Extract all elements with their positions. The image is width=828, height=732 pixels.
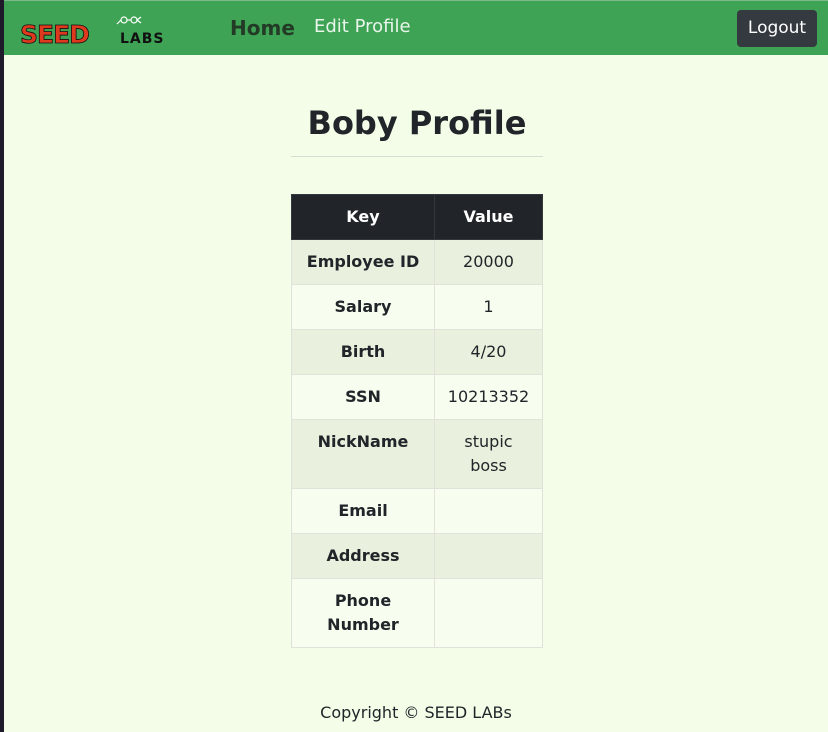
row-key: NickName [291, 419, 435, 489]
row-key: Address [291, 533, 435, 579]
row-value [434, 533, 543, 579]
footer-copyright: Copyright © SEED LABs [320, 703, 512, 722]
table-row: SSN 10213352 [291, 374, 543, 420]
row-key: Employee ID [291, 239, 435, 285]
row-key: SSN [291, 374, 435, 420]
row-value [434, 578, 543, 648]
profile-table: Key Value Employee ID 20000 Salary 1 Bir… [291, 194, 543, 648]
svg-text:SEED: SEED [20, 20, 89, 47]
seed-labs-logo-graphic: SEED LABS [20, 16, 165, 47]
row-key-text: Phone Number [327, 591, 399, 634]
table-row: Birth 4/20 [291, 329, 543, 375]
nav-edit-profile-link[interactable]: Edit Profile [314, 16, 411, 38]
table-row: Employee ID 20000 [291, 239, 543, 285]
header-key: Key [291, 194, 435, 240]
title-divider [291, 156, 543, 157]
row-value-text: stupic boss [464, 432, 513, 475]
table-row: Email [291, 488, 543, 534]
row-value: 4/20 [434, 329, 543, 375]
table-row: NickName stupic boss [291, 419, 543, 489]
table-row: Salary 1 [291, 284, 543, 330]
row-key: Email [291, 488, 435, 534]
row-value: stupic boss [434, 419, 543, 489]
table-row: Phone Number [291, 578, 543, 648]
row-value [434, 488, 543, 534]
svg-text:LABS: LABS [120, 31, 165, 47]
row-value: 20000 [434, 239, 543, 285]
table-header-row: Key Value [291, 194, 543, 240]
row-key: Phone Number [291, 578, 435, 648]
seed-labs-logo[interactable]: SEED LABS [18, 11, 180, 47]
navbar: SEED LABS Home Edit Profile Logout [4, 0, 828, 55]
header-value: Value [434, 194, 543, 240]
page-title: Boby Profile [307, 104, 527, 142]
logout-button[interactable]: Logout [737, 10, 817, 47]
row-key: Salary [291, 284, 435, 330]
table-row: Address [291, 533, 543, 579]
page: SEED LABS Home Edit Profile Logout Boby … [4, 0, 828, 732]
row-key: Birth [291, 329, 435, 375]
row-value: 1 [434, 284, 543, 330]
row-value: 10213352 [434, 374, 543, 420]
nav-home-link[interactable]: Home [230, 16, 295, 40]
